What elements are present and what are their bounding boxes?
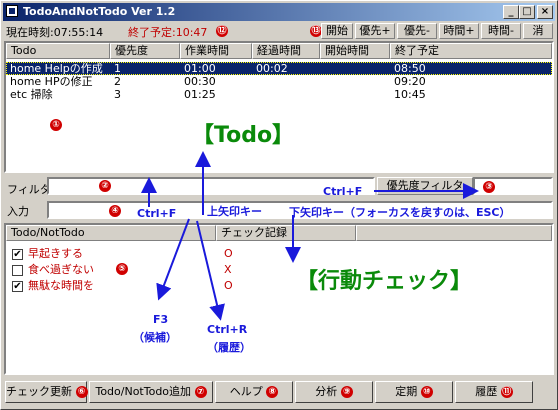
ctrl-f-label-1: Ctrl+F: [323, 185, 363, 198]
f3-label: F3: [153, 313, 169, 326]
ctrl-r-sub-label: （履歴）: [207, 341, 251, 354]
app-window: TodoAndNotTodo Ver 1.2 _ □ × 現在時刻:07:55:…: [0, 0, 558, 410]
arrow-f3: [156, 218, 190, 301]
ctrl-f-label-2: Ctrl+F: [137, 207, 177, 220]
up-key-label: 上矢印キー: [207, 205, 262, 218]
f3-sub-label: （候補）: [133, 331, 177, 344]
down-key-label: 下矢印キー（フォーカスを戻すのは、ESC）: [289, 206, 511, 219]
ctrl-r-label: Ctrl+R: [207, 323, 248, 336]
arrow-ctrl-r: [196, 220, 225, 321]
